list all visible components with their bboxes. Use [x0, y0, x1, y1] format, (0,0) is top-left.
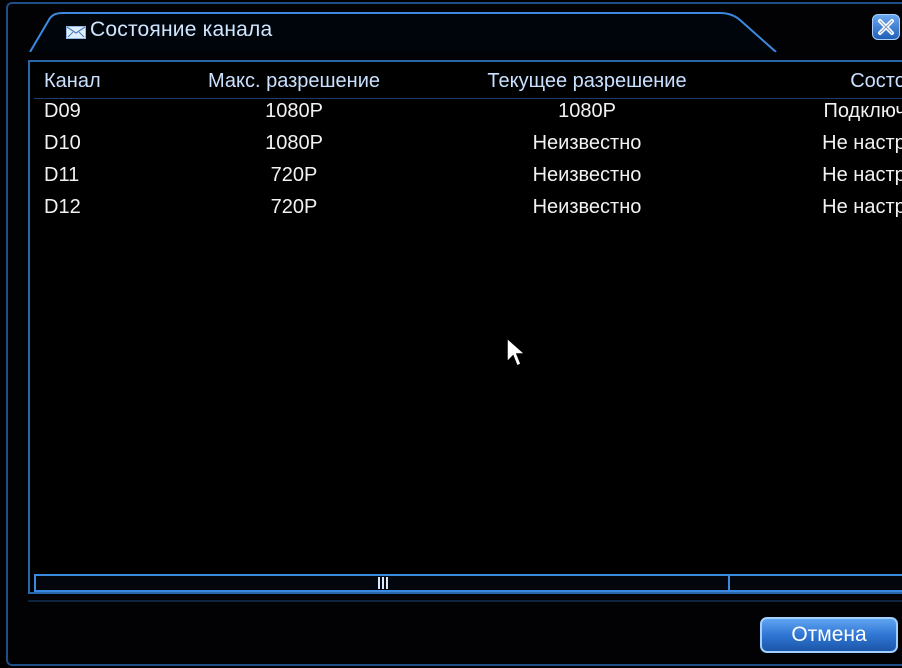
envelope-icon — [66, 26, 86, 39]
table-row[interactable]: D09 1080P 1080P Подключен — [30, 98, 902, 126]
cell-max-resolution: 720P — [270, 196, 318, 218]
cell-status: Не настрое — [822, 196, 902, 218]
cancel-button[interactable]: Отмена — [760, 617, 898, 653]
table-row[interactable]: D11 720P Неизвестно Не настрое — [30, 162, 902, 190]
table-row[interactable]: D10 1080P Неизвестно Не настрое — [30, 130, 902, 158]
channel-status-window: Состояние канала Канал Макс. разрешение … — [6, 2, 902, 666]
table-header: Канал Макс. разрешение Текущее разрешени… — [30, 68, 902, 96]
header-max-resolution: Макс. разрешение — [207, 70, 381, 92]
cell-channel: D10 — [44, 132, 81, 154]
close-button[interactable] — [872, 14, 900, 40]
cell-current-resolution: Неизвестно — [532, 196, 642, 218]
cell-status: Не настрое — [822, 132, 902, 154]
header-channel: Канал — [44, 70, 101, 92]
close-icon — [878, 19, 894, 35]
title-bar: Состояние канала — [28, 12, 788, 52]
channel-table-panel: Канал Макс. разрешение Текущее разрешени… — [28, 60, 902, 594]
table-row[interactable]: D12 720P Неизвестно Не настрое — [30, 194, 902, 222]
cell-max-resolution: 720P — [270, 164, 318, 186]
horizontal-scrollbar[interactable] — [34, 574, 902, 592]
cell-status: Подключен — [823, 100, 902, 122]
cell-current-resolution: Неизвестно — [532, 132, 642, 154]
scrollbar-thumb[interactable] — [378, 577, 390, 589]
cell-current-resolution: Неизвестно — [532, 164, 642, 186]
window-title: Состояние канала — [90, 18, 273, 41]
cell-channel: D09 — [44, 100, 81, 122]
scrollbar-divider — [728, 576, 730, 590]
header-status: Состояние — [850, 70, 902, 92]
footer-divider — [28, 600, 902, 602]
mouse-pointer-icon — [506, 336, 527, 368]
cell-max-resolution: 1080P — [265, 132, 323, 154]
cell-max-resolution: 1080P — [265, 100, 323, 122]
cell-current-resolution: 1080P — [558, 100, 616, 122]
cell-channel: D12 — [44, 196, 81, 218]
cell-status: Не настрое — [822, 164, 902, 186]
header-current-resolution: Текущее разрешение — [487, 70, 687, 92]
cell-channel: D11 — [44, 164, 80, 186]
channel-table: Канал Макс. разрешение Текущее разрешени… — [30, 62, 902, 562]
